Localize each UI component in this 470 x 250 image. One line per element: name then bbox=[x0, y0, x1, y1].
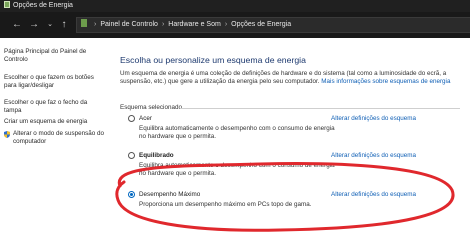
more-info-link[interactable]: Mais informações sobre esquemas de energ… bbox=[321, 78, 450, 85]
plan-settings-link-max-performance[interactable]: Alterar definições do esquema bbox=[331, 191, 416, 198]
page-description: Um esquema de energia é uma coleção de d… bbox=[120, 70, 460, 86]
sidebar-item-lid-close[interactable]: Escolher o que faz o fecho da tampa bbox=[4, 99, 104, 115]
plan-radio-acer[interactable] bbox=[128, 115, 135, 122]
back-arrow-icon[interactable]: ← bbox=[10, 18, 24, 32]
title-bar: Opções de Energia bbox=[0, 0, 470, 12]
plan-settings-link-acer[interactable]: Alterar definições do esquema bbox=[331, 115, 416, 122]
plan-radio-max-performance[interactable] bbox=[128, 191, 135, 198]
breadcrumb-hardware-sound[interactable]: Hardware e Som bbox=[168, 21, 221, 28]
up-arrow-icon[interactable]: ↑ bbox=[57, 18, 71, 32]
chevron-down-icon[interactable]: ⌄ bbox=[43, 18, 57, 32]
window-title: Opções de Energia bbox=[13, 2, 73, 9]
forward-arrow-icon[interactable]: → bbox=[27, 18, 41, 32]
breadcrumb-separator-icon: › bbox=[94, 21, 97, 28]
plan-name-balanced[interactable]: Equilibrado bbox=[139, 152, 174, 159]
sidebar-item-create-plan[interactable]: Criar um esquema de energia bbox=[4, 118, 108, 126]
shield-icon bbox=[4, 131, 10, 138]
breadcrumb-control-panel[interactable]: Painel de Controlo bbox=[100, 21, 158, 28]
plan-settings-link-balanced[interactable]: Alterar definições do esquema bbox=[331, 152, 416, 159]
power-options-icon bbox=[4, 1, 10, 8]
address-bar[interactable]: › Painel de Controlo › Hardware e Som › Opçõe… bbox=[76, 17, 470, 33]
sidebar-item-power-buttons[interactable]: Escolher o que fazem os botões para liga… bbox=[4, 74, 104, 90]
page-title: Escolha ou personalize um esquema de ene… bbox=[120, 55, 306, 65]
sidebar-item-sleep-mode[interactable]: Alterar o modo de suspensão do computado… bbox=[13, 130, 109, 146]
control-panel-icon bbox=[81, 19, 87, 27]
breadcrumb-separator-icon: › bbox=[224, 21, 228, 28]
section-divider bbox=[180, 108, 460, 109]
plan-radio-balanced[interactable] bbox=[128, 152, 135, 159]
plan-description-balanced: Equilibra automaticamente o desempenho c… bbox=[139, 162, 335, 177]
plan-name-max-performance[interactable]: Desempenho Máximo bbox=[139, 191, 200, 198]
sidebar: Página Principal do Painel de Controlo E… bbox=[0, 38, 112, 250]
sidebar-item-control-panel-home[interactable]: Página Principal do Painel de Controlo bbox=[4, 48, 108, 64]
plan-description-max-performance: Proporciona um desempenho máximo em PCs … bbox=[139, 201, 312, 208]
breadcrumb-separator-icon: › bbox=[161, 21, 165, 28]
plan-description-acer: Equilibra automaticamente o desempenho c… bbox=[139, 125, 335, 140]
section-label: Esquema selecionado bbox=[120, 104, 182, 111]
navigation-bar: ← → ⌄ ↑ › Painel de Controlo › Hardware e S… bbox=[0, 12, 470, 38]
main-content: Escolha ou personalize um esquema de ene… bbox=[112, 38, 470, 250]
breadcrumb-power-options[interactable]: Opções de Energia bbox=[231, 21, 291, 28]
plan-name-acer[interactable]: Acer bbox=[139, 115, 152, 122]
power-options-window: Opções de Energia ← → ⌄ ↑ › Painel de Con… bbox=[0, 0, 470, 250]
